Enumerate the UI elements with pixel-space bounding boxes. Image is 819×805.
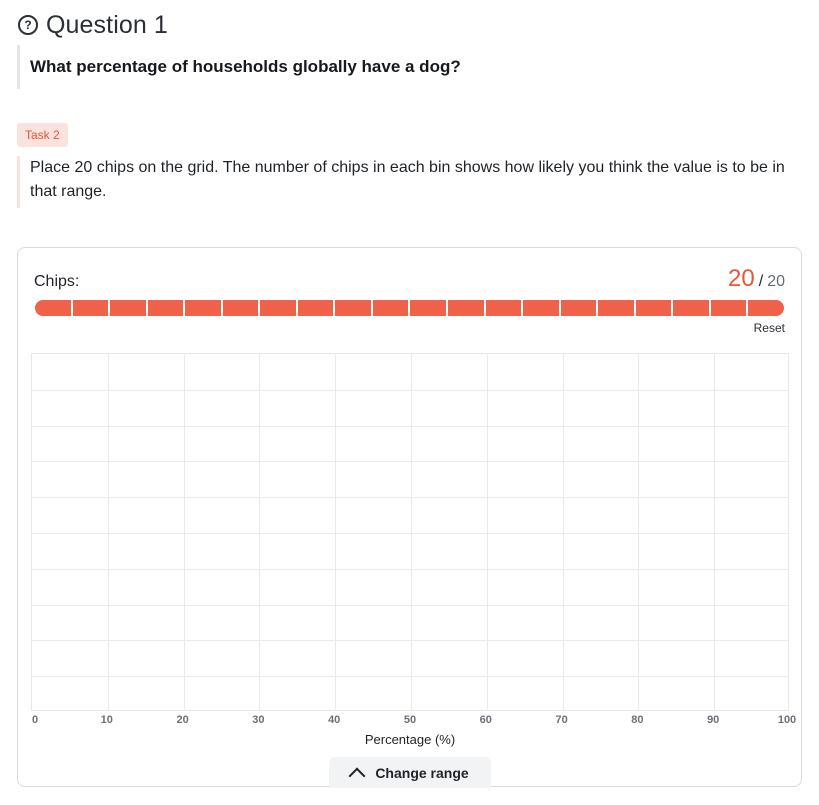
- chips-label: Chips:: [34, 273, 80, 290]
- chip-segment: [710, 300, 747, 316]
- x-tick-label: 10: [100, 714, 113, 726]
- instructions-text: Place 20 chips on the grid. The number o…: [30, 159, 785, 200]
- grid-line-horizontal: [32, 568, 788, 570]
- chip-segment: [35, 300, 71, 316]
- grid-line-horizontal: [32, 461, 788, 463]
- question-header: ? Question 1: [18, 8, 168, 42]
- x-tick-label: 30: [252, 714, 265, 726]
- question-text-block: What percentage of households globally h…: [17, 45, 617, 89]
- help-circle-icon: ?: [18, 15, 38, 35]
- grid-line-vertical: [486, 354, 488, 710]
- chip-segment: [410, 300, 447, 316]
- grid-line-vertical: [183, 354, 185, 710]
- grid-line-vertical: [714, 354, 716, 710]
- grid-line-vertical: [107, 354, 109, 710]
- chip-segment: [185, 300, 221, 316]
- x-tick-label: 90: [707, 714, 720, 726]
- instructions-block: Place 20 chips on the grid. The number o…: [17, 156, 807, 208]
- chip-segment: [147, 300, 184, 316]
- chip-segment: [673, 300, 709, 316]
- change-range-label: Change range: [375, 764, 469, 781]
- x-tick-label: 0: [31, 714, 39, 726]
- chip-segment: [110, 300, 146, 316]
- chip-segment: [448, 300, 484, 316]
- grid-line-vertical: [638, 354, 640, 710]
- x-tick-label: 20: [176, 714, 189, 726]
- grid-line-horizontal: [32, 676, 788, 678]
- chip-segment: [560, 300, 597, 316]
- chips-counter: 20 / 20: [728, 265, 785, 293]
- x-tick-label: 60: [479, 714, 492, 726]
- chip-segment: [72, 300, 109, 316]
- chevron-up-icon: [348, 767, 366, 784]
- grid-line-horizontal: [32, 533, 788, 534]
- chip-segment: [748, 300, 784, 316]
- chip-grid[interactable]: [31, 353, 789, 711]
- grid-line-vertical: [562, 354, 564, 710]
- chip-segment: [598, 300, 634, 316]
- chip-progress-bar: [35, 300, 784, 316]
- chips-total-count: 20: [767, 273, 785, 290]
- grid-line-horizontal: [32, 389, 788, 391]
- chip-segment: [335, 300, 371, 316]
- chips-used-count: 20: [728, 265, 755, 292]
- grid-line-vertical: [335, 354, 337, 710]
- page: ? Question 1 What percentage of househol…: [0, 0, 819, 805]
- x-tick-label: 50: [403, 714, 417, 726]
- chip-segment: [260, 300, 296, 316]
- x-tick-label: 70: [555, 714, 568, 726]
- question-title: Question 1: [46, 10, 168, 39]
- chips-separator: /: [758, 273, 764, 290]
- grid-line-horizontal: [32, 497, 788, 499]
- grid-line-vertical: [411, 354, 412, 710]
- chip-segment: [222, 300, 259, 316]
- chip-panel: Chips: 20 / 20 Reset 0 10 20 30 40 50 60 70 80 90…: [17, 247, 802, 788]
- x-tick-label: 40: [328, 714, 341, 726]
- grid-line-horizontal: [32, 640, 788, 642]
- grid-line-vertical: [259, 354, 261, 710]
- x-tick-label: 100: [777, 714, 797, 726]
- change-range-button[interactable]: Change range: [329, 757, 491, 788]
- chip-segment: [635, 300, 672, 316]
- question-text: What percentage of households globally h…: [30, 57, 461, 76]
- grid-line-horizontal: [32, 425, 788, 427]
- reset-button[interactable]: Reset: [754, 321, 785, 335]
- chip-segment: [485, 300, 522, 316]
- task-badge: Task 2: [17, 123, 68, 147]
- chip-segment: [523, 300, 559, 316]
- chip-segment: [372, 300, 409, 316]
- x-tick-label: 80: [631, 714, 644, 726]
- x-axis-label: Percentage (%): [364, 732, 456, 747]
- grid-line-horizontal: [32, 604, 788, 606]
- chip-segment: [297, 300, 334, 316]
